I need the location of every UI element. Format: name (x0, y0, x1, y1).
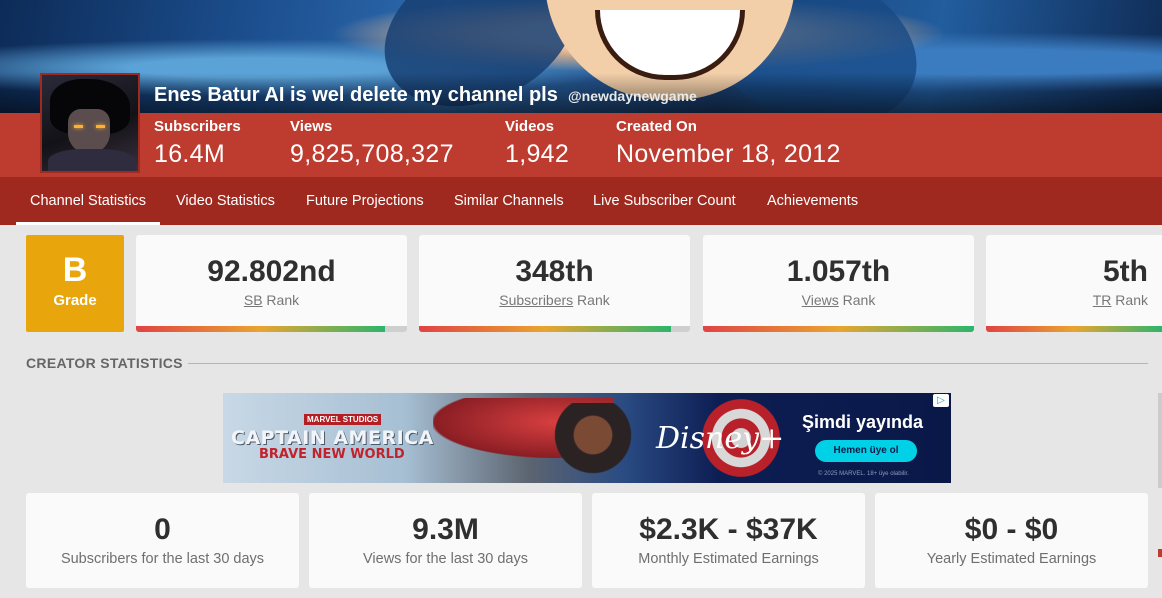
metric-value: 0 (154, 513, 171, 546)
metric-card-monthly-earnings: $2.3K - $37K Monthly Estimated Earnings (592, 493, 865, 588)
metric-value: $0 - $0 (964, 513, 1059, 546)
stat-value: 1,942 (505, 140, 570, 168)
rank-card-sb: 92.802nd SB Rank (136, 235, 407, 332)
rank-label: TR Rank (1092, 292, 1148, 308)
stat-label: Videos (505, 118, 554, 135)
tab-video-statistics[interactable]: Video Statistics (162, 177, 289, 225)
metric-value: $2.3K - $37K (639, 513, 818, 546)
metric-value: 9.3M (412, 513, 479, 546)
tab-future-projections[interactable]: Future Projections (292, 177, 438, 225)
section-divider (188, 363, 1148, 364)
channel-handle: @newdaynewgame (568, 88, 697, 104)
metric-card-views-30d: 9.3M Views for the last 30 days (309, 493, 582, 588)
stat-value: November 18, 2012 (616, 140, 841, 168)
metric-label: Subscribers for the last 30 days (60, 551, 265, 567)
ad-headline: Şimdi yayında (802, 412, 924, 432)
rank-abbr[interactable]: Subscribers (499, 292, 573, 308)
rank-progress-bar (419, 326, 672, 332)
ad-subtitle: BRAVE NEW WORLD (259, 447, 405, 462)
channel-avatar[interactable] (40, 73, 140, 173)
stat-label: Views (290, 118, 333, 135)
stat-value: 9,825,708,327 (290, 140, 454, 168)
sidebar-edge (1158, 393, 1162, 488)
rank-progress-bar (136, 326, 386, 332)
ad-studio-logo: MARVEL STUDIOS (304, 414, 382, 425)
rank-value: 348th (515, 255, 594, 288)
ad-cta-button[interactable]: Hemen üye ol (815, 440, 917, 462)
stat-label: Created On (616, 118, 697, 135)
stat-created-on: Created On November 18, 2012 (616, 118, 841, 169)
stat-label: Subscribers (154, 118, 241, 135)
metric-label: Views for the last 30 days (363, 551, 528, 567)
metric-card-subscribers-30d: 0 Subscribers for the last 30 days (26, 493, 299, 588)
rank-abbr[interactable]: SB (244, 292, 263, 308)
rank-value: 5th (1103, 255, 1148, 288)
stat-views: Views 9,825,708,327 (290, 118, 454, 169)
rank-label: Views Rank (801, 292, 876, 308)
rank-value: 1.057th (786, 255, 891, 288)
rank-card-tr: 5th TR Rank (986, 235, 1162, 332)
rank-progress-bar (986, 326, 1162, 332)
rank-abbr[interactable]: Views (802, 292, 839, 308)
tab-achievements[interactable]: Achievements (753, 177, 872, 225)
stat-value: 16.4M (154, 140, 225, 168)
metric-label: Monthly Estimated Earnings (638, 551, 819, 567)
ad-legal-text: © 2025 MARVEL. 18+ üye olabilir. (818, 471, 909, 477)
section-title: CREATOR STATISTICS (26, 355, 183, 371)
grade-badge: B Grade (26, 235, 124, 332)
adchoices-icon[interactable]: ▷ (933, 394, 949, 407)
grade-letter: B (62, 251, 88, 289)
tab-live-subscriber-count[interactable]: Live Subscriber Count (579, 177, 750, 225)
stat-subscribers: Subscribers 16.4M (154, 118, 241, 169)
channel-name: Enes Batur AI is wel delete my channel p… (154, 84, 558, 106)
metric-card-yearly-earnings: $0 - $0 Yearly Estimated Earnings (875, 493, 1148, 588)
rank-value: 92.802nd (207, 255, 336, 288)
tab-bar: Channel Statistics Video Statistics Futu… (0, 177, 1162, 225)
advertisement-banner[interactable]: MARVEL STUDIOS CAPTAIN AMERICA BRAVE NEW… (223, 393, 951, 483)
stat-videos: Videos 1,942 (505, 118, 569, 169)
tab-similar-channels[interactable]: Similar Channels (440, 177, 578, 225)
rank-card-views: 1.057th Views Rank (703, 235, 974, 332)
rank-label: Subscribers Rank (499, 292, 610, 308)
rank-label: SB Rank (243, 292, 300, 308)
rank-card-subscribers: 348th Subscribers Rank (419, 235, 690, 332)
rank-abbr[interactable]: TR (1093, 292, 1112, 308)
tab-channel-statistics[interactable]: Channel Statistics (16, 177, 161, 225)
rank-progress-bar (703, 326, 974, 332)
ad-hero-figure (553, 403, 633, 483)
ad-title: CAPTAIN AMERICA (231, 427, 434, 449)
metric-label: Yearly Estimated Earnings (926, 551, 1097, 567)
ad-brand-logo: Disney+ (656, 421, 785, 456)
sidebar-edge-accent (1158, 549, 1162, 557)
grade-label: Grade (53, 292, 97, 309)
